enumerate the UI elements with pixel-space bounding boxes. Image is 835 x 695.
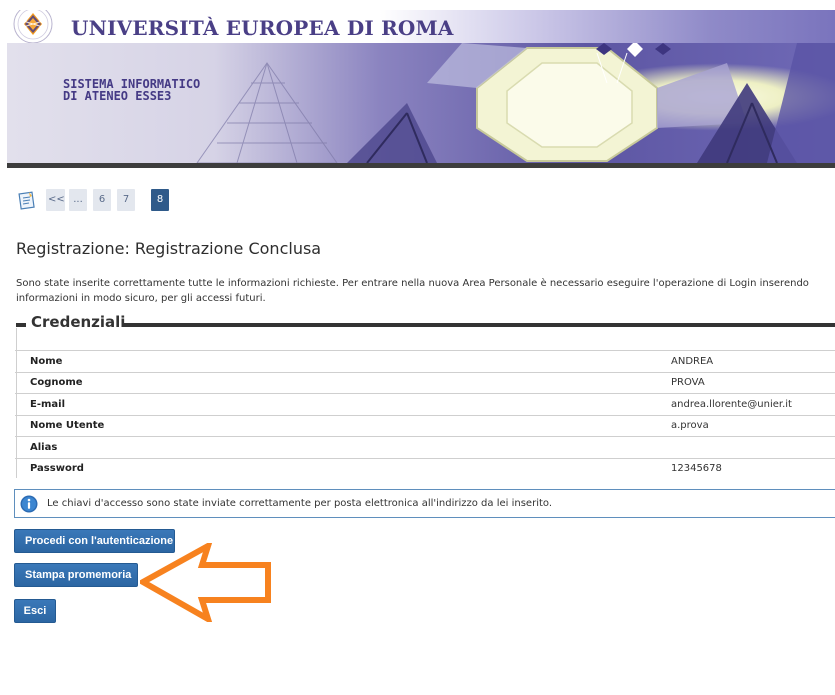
- fieldset-border-top: [123, 323, 835, 327]
- row-value-nome: ANDREA: [655, 350, 835, 372]
- info-icon: [20, 495, 38, 513]
- table-row: E-mail andrea.llorente@unier.it: [15, 393, 835, 415]
- pager-first[interactable]: <<: [46, 189, 65, 211]
- wizard-icon: [18, 191, 35, 210]
- site-header: UNIVERSITÀ EUROPEA DI ROMA SISTEMA INFOR…: [7, 10, 835, 168]
- pager-page-7[interactable]: 7: [117, 189, 135, 211]
- row-label-nome-utente: Nome Utente: [15, 414, 655, 437]
- system-title: SISTEMA INFORMATICO DI ATENEO ESSE3: [63, 78, 200, 102]
- row-value-alias: [655, 436, 835, 458]
- system-title-line2: DI ATENEO ESSE3: [63, 89, 172, 103]
- row-value-nome-utente: a.prova: [655, 414, 835, 437]
- header-bottom-border: [7, 163, 835, 168]
- info-message: Le chiavi d'accesso sono state inviate c…: [14, 489, 835, 518]
- print-reminder-button[interactable]: Stampa promemoria: [14, 563, 138, 587]
- fieldset-border-left: [16, 323, 26, 327]
- row-label-cognome: Cognome: [15, 371, 655, 394]
- credentials-table: Nome ANDREA Cognome PROVA E-mail andrea.…: [15, 350, 835, 479]
- credentials-legend: Credenziali: [29, 313, 128, 331]
- pager-page-6[interactable]: 6: [93, 189, 111, 211]
- pager-page-8-current: 8: [151, 189, 169, 211]
- header-architecture-image: [7, 43, 835, 163]
- table-row: Nome Utente a.prova: [15, 414, 835, 437]
- university-name[interactable]: UNIVERSITÀ EUROPEA DI ROMA: [71, 16, 454, 40]
- row-value-cognome: PROVA: [655, 371, 835, 394]
- table-row: Alias: [15, 436, 835, 458]
- row-label-alias: Alias: [15, 436, 655, 458]
- orange-arrow-annotation: [140, 543, 271, 622]
- intro-text: Sono state inserite correttamente tutte …: [16, 278, 809, 304]
- table-row: Cognome PROVA: [15, 371, 835, 394]
- row-label-email: E-mail: [15, 393, 655, 415]
- row-value-email: andrea.llorente@unier.it: [655, 393, 835, 415]
- info-message-text: Le chiavi d'accesso sono state inviate c…: [47, 498, 553, 509]
- row-label-password: Password: [15, 457, 655, 479]
- page-title: Registrazione: Registrazione Conclusa: [16, 239, 322, 258]
- table-row: Nome ANDREA: [15, 350, 835, 372]
- row-value-password: 12345678: [655, 457, 835, 479]
- pager-ellipsis: ...: [69, 189, 87, 211]
- row-label-nome: Nome: [15, 350, 655, 372]
- exit-button[interactable]: Esci: [14, 599, 56, 623]
- table-row: Password 12345678: [15, 457, 835, 479]
